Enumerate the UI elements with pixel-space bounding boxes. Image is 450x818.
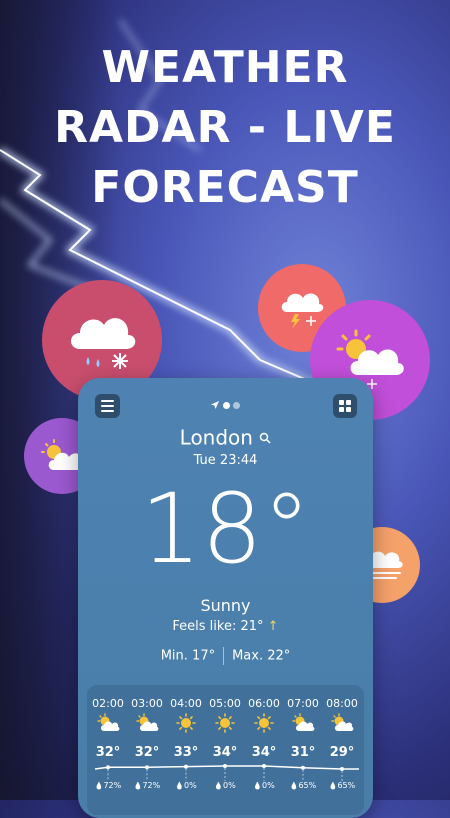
max-temperature: Max. 22° — [232, 648, 291, 664]
precipitation-value: 0% — [262, 781, 275, 790]
trend-point — [223, 764, 227, 768]
trend-point — [301, 765, 305, 770]
hour-label: 05:00 — [209, 697, 241, 710]
precipitation-value: 65% — [298, 781, 317, 790]
raindrop-icon: 💧 — [289, 782, 299, 790]
trend-point — [106, 765, 110, 770]
sun-cloud-icon — [291, 713, 315, 733]
headline-line-3: FORECAST — [91, 162, 359, 213]
raindrop-icon: 💧 — [133, 782, 143, 790]
raindrop-icon: 💧 — [214, 782, 223, 790]
sun-cloud-icon — [330, 713, 354, 733]
precipitation-value: 72% — [103, 781, 122, 790]
current-datetime: Tue 23:44 — [193, 453, 258, 468]
precipitation-chance: 💧0% — [206, 781, 244, 790]
raindrop-icon: 💧 — [175, 782, 184, 790]
hour-label: 07:00 — [287, 697, 319, 710]
sun-icon — [213, 713, 237, 733]
hour-temperature: 29° — [329, 745, 355, 760]
sun-icon — [252, 713, 276, 733]
page-dot — [233, 401, 240, 409]
weather-condition: Sunny — [200, 596, 251, 615]
menu-button[interactable] — [95, 394, 120, 418]
hourly-forecast[interactable]: 02:00 32° 💧72% 03:00 32° 💧72% 04:00 33° 💧0% 05:00… — [87, 685, 364, 815]
precipitation-chance: 💧72% — [128, 781, 166, 790]
precipitation-value: 72% — [142, 781, 161, 790]
trend-point — [184, 764, 188, 769]
precipitation-value: 65% — [337, 781, 356, 790]
precipitation-chance: 💧65% — [284, 781, 322, 790]
sun-cloud-icon — [135, 713, 159, 733]
raindrop-icon: 💧 — [253, 782, 262, 790]
trend-up-icon: ↑ — [267, 619, 279, 634]
raindrop-icon: 💧 — [94, 782, 104, 790]
sun-cloud-icon — [96, 713, 120, 733]
hour-label: 03:00 — [131, 697, 163, 710]
feels-like-text: Feels like: 21° — [172, 619, 264, 634]
hour-label: 04:00 — [170, 697, 202, 710]
headline-line-2: RADAR - LIVE — [54, 102, 396, 153]
city-name: London — [179, 425, 253, 450]
precipitation-value: 0% — [184, 781, 197, 790]
precipitation-chance: 💧0% — [245, 781, 283, 790]
city-selector[interactable]: London — [78, 424, 373, 450]
divider — [223, 647, 225, 665]
search-icon — [260, 432, 271, 444]
trend-point — [145, 765, 149, 770]
hour-temperature: 32° — [95, 745, 121, 760]
hour-temperature: 34° — [251, 745, 277, 760]
hour-temperature: 32° — [134, 745, 160, 760]
sun-icon — [174, 713, 198, 733]
page-dot-active — [223, 401, 230, 409]
feels-like: Feels like: 21° ↑ — [78, 619, 373, 634]
grid-icon — [339, 400, 351, 412]
precipitation-chance: 💧0% — [167, 781, 205, 790]
precipitation-value: 0% — [223, 781, 236, 790]
min-max-temperature: Min. 17° Max. 22° — [78, 647, 373, 665]
headline: WEATHER RADAR - LIVE FORECAST — [0, 38, 450, 218]
app-screen: London Tue 23:44 18° Sunny Feels like: 2… — [78, 378, 373, 818]
hour-label: 08:00 — [326, 697, 358, 710]
widgets-button[interactable] — [333, 394, 357, 418]
hour-temperature: 33° — [173, 745, 199, 760]
precipitation-chance: 💧72% — [89, 781, 127, 790]
location-arrow-icon — [211, 401, 219, 409]
trend-point — [262, 764, 266, 768]
precipitation-chance: 💧65% — [323, 781, 361, 790]
hour-temperature: 34° — [212, 745, 238, 760]
hour-label: 02:00 — [92, 697, 124, 710]
current-temperature: 18° — [140, 473, 311, 585]
headline-line-1: WEATHER — [101, 42, 349, 93]
trend-point — [340, 767, 344, 771]
min-temperature: Min. 17° — [160, 648, 216, 664]
location-pager[interactable] — [210, 400, 240, 410]
hour-temperature: 31° — [290, 745, 316, 760]
raindrop-icon: 💧 — [328, 782, 338, 790]
hour-label: 06:00 — [248, 697, 280, 710]
